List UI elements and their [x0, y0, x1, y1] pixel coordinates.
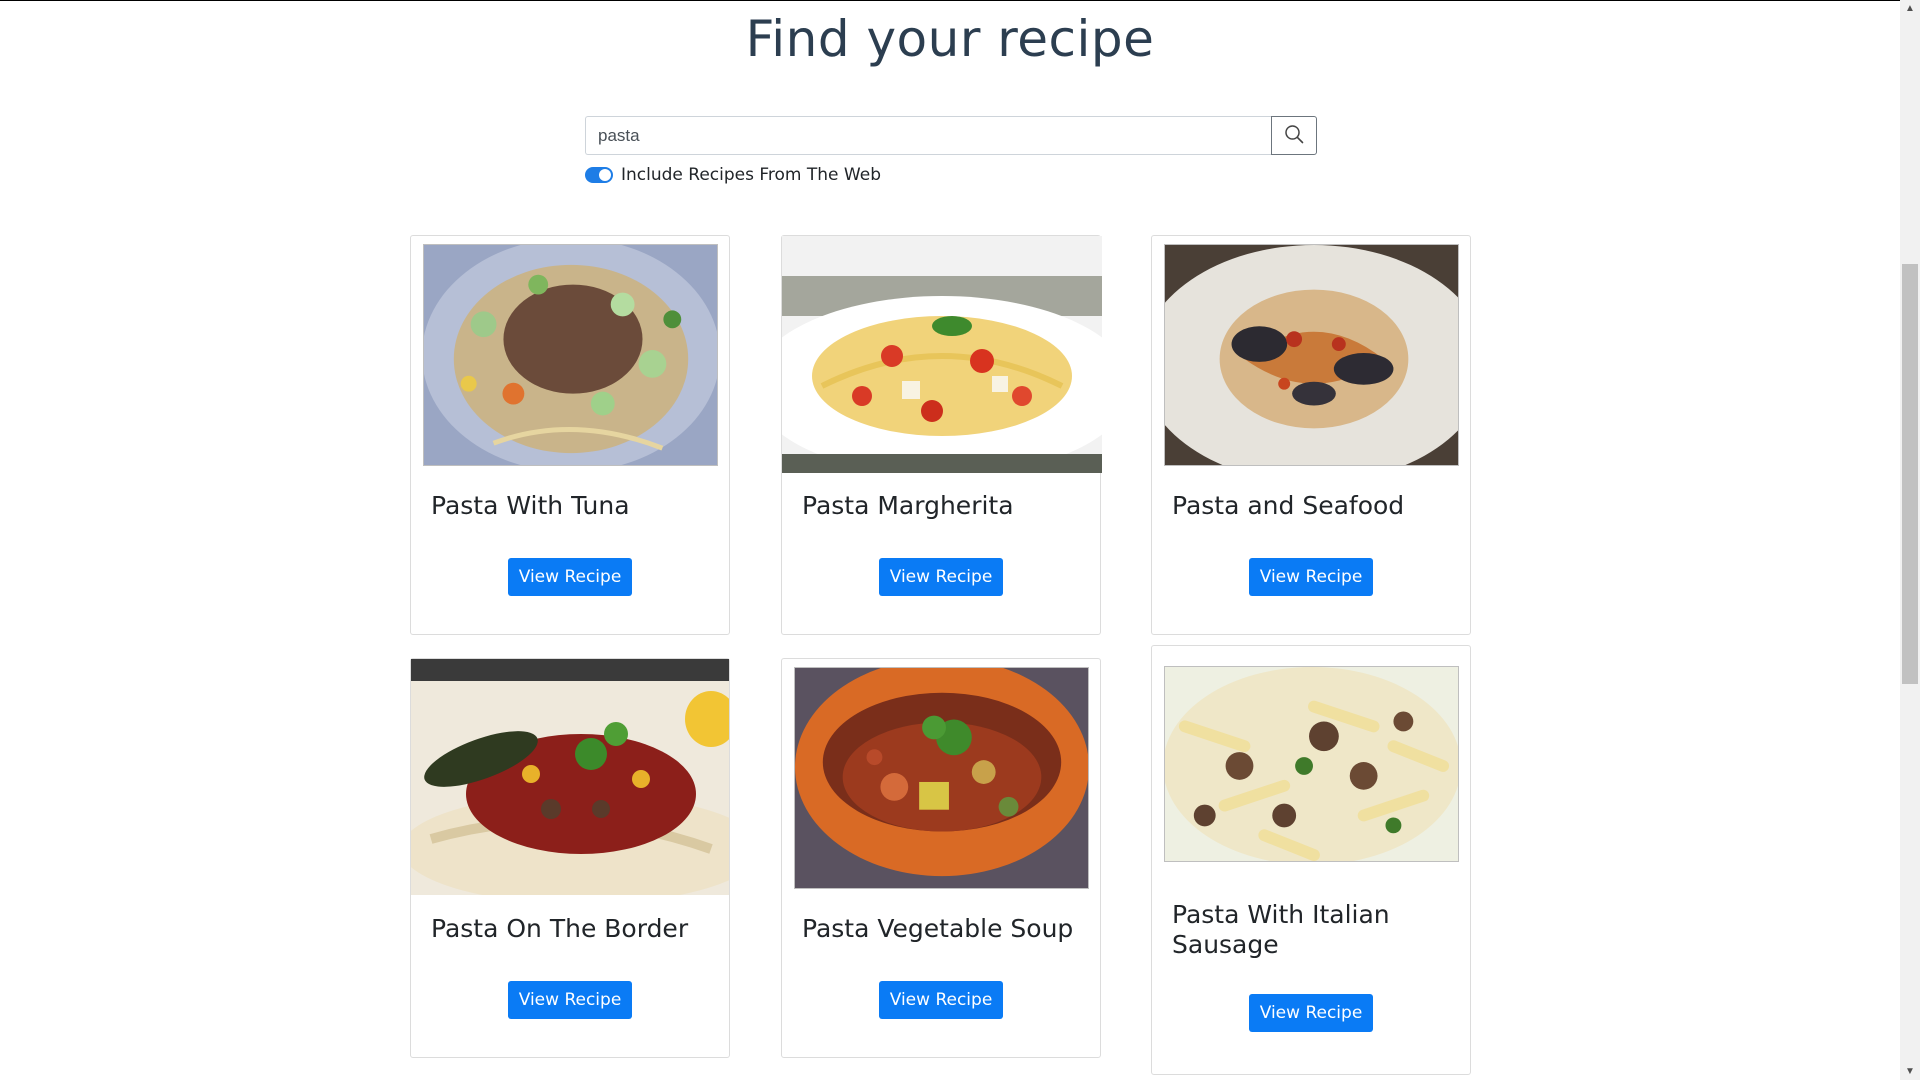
recipe-card: Pasta Margherita View Recipe	[781, 235, 1102, 635]
include-web-toggle[interactable]	[585, 167, 613, 183]
recipe-search-page: Find your recipe Include Recipes From Th…	[0, 0, 1900, 1080]
recipe-image	[794, 667, 1089, 889]
chevron-down-icon[interactable]: ▼	[1900, 1063, 1920, 1080]
recipe-card: Pasta Vegetable Soup View Recipe	[781, 658, 1101, 1058]
include-web-toggle-label: Include Recipes From The Web	[621, 165, 881, 185]
recipe-title: Pasta Vegetable Soup	[802, 914, 1074, 943]
include-web-toggle-row: Include Recipes From The Web	[585, 164, 881, 186]
chevron-up-icon[interactable]: ▲	[1900, 0, 1920, 17]
view-recipe-button[interactable]: View Recipe	[1249, 994, 1373, 1032]
recipe-card: Pasta With Tuna View Recipe	[410, 235, 730, 635]
scrollbar-thumb[interactable]	[1902, 264, 1918, 684]
recipe-card: Pasta With Italian Sausage View Recipe	[1151, 645, 1471, 1075]
view-recipe-button[interactable]: View Recipe	[508, 981, 632, 1019]
recipe-title: Pasta On The Border	[431, 914, 689, 943]
search-input[interactable]	[585, 116, 1271, 155]
recipe-image	[411, 659, 729, 895]
recipe-card: Pasta and Seafood View Recipe	[1151, 235, 1471, 635]
recipe-image	[1164, 666, 1459, 862]
recipe-title: Pasta Margherita	[802, 491, 1014, 520]
search-icon	[1284, 124, 1304, 147]
recipe-image	[782, 236, 1102, 473]
recipe-image	[423, 244, 718, 466]
recipe-title: Pasta With Italian Sausage	[1172, 900, 1390, 959]
recipe-title: Pasta and Seafood	[1172, 491, 1405, 520]
recipe-title: Pasta With Tuna	[431, 491, 630, 520]
view-recipe-button[interactable]: View Recipe	[508, 558, 632, 596]
vertical-scrollbar[interactable]: ▲ ▼	[1900, 0, 1920, 1080]
view-recipe-button[interactable]: View Recipe	[879, 558, 1003, 596]
page-title: Find your recipe	[745, 10, 1155, 68]
recipe-card: Pasta On The Border View Recipe	[410, 658, 730, 1058]
view-recipe-button[interactable]: View Recipe	[879, 981, 1003, 1019]
search-bar	[585, 116, 1317, 155]
recipe-image	[1164, 244, 1459, 466]
search-button[interactable]	[1271, 116, 1317, 155]
view-recipe-button[interactable]: View Recipe	[1249, 558, 1373, 596]
